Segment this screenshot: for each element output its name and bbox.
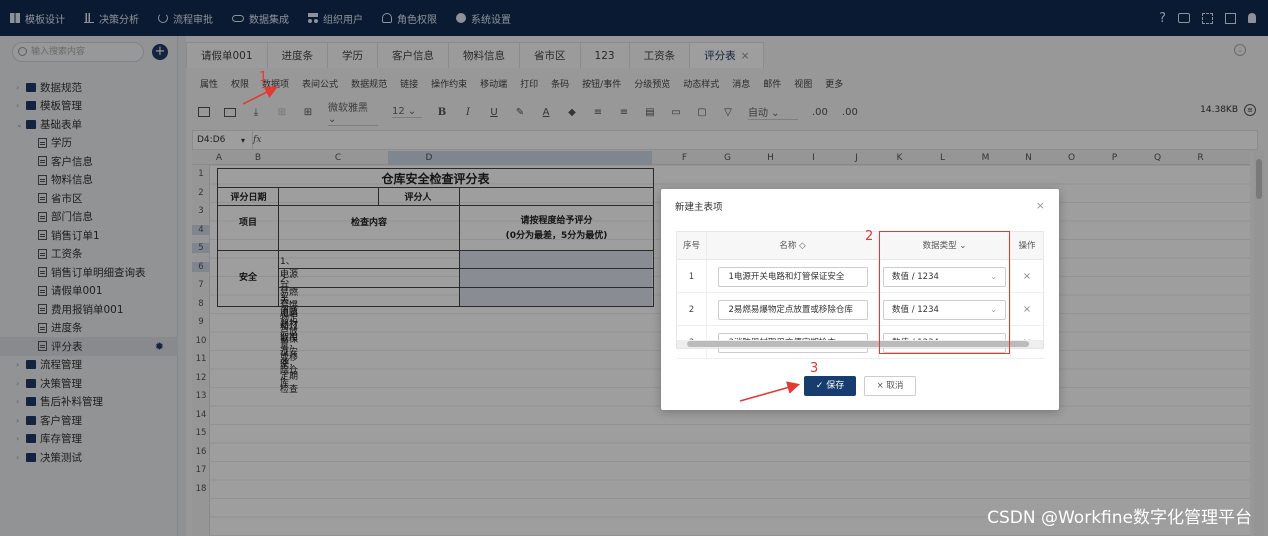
- name-input[interactable]: 1电源开关电路和灯管保证安全: [717, 266, 868, 287]
- step-label-1: 1: [259, 70, 268, 85]
- dialog-title: 新建主表项: [675, 202, 723, 213]
- header-no: 序号: [677, 232, 707, 260]
- remove-row-icon[interactable]: ×: [1011, 293, 1043, 326]
- name-cell: 2易燃易爆物定点放置或移除仓库: [707, 293, 879, 326]
- name-cell: 1电源开关电路和灯管保证安全: [707, 260, 879, 293]
- header-name: 名称 ◇: [707, 232, 879, 260]
- edit-icon: ◇: [799, 241, 806, 251]
- step-label-2: 2: [865, 229, 874, 244]
- row-number: 2: [677, 293, 707, 326]
- close-icon[interactable]: ×: [1036, 199, 1045, 212]
- cancel-button[interactable]: × 取消: [864, 376, 916, 396]
- name-input[interactable]: 2易燃易爆物定点放置或移除仓库: [717, 299, 868, 320]
- annotation-highlight-box: [879, 231, 1010, 354]
- step-label-3: 3: [810, 361, 819, 376]
- remove-row-icon[interactable]: ×: [1011, 260, 1043, 293]
- row-number: 1: [677, 260, 707, 293]
- modal-overlay: [0, 0, 1268, 536]
- header-op: 操作: [1011, 232, 1043, 260]
- save-button[interactable]: ✓ 保存: [804, 376, 856, 396]
- watermark: CSDN @Workfine数字化管理平台: [987, 508, 1252, 528]
